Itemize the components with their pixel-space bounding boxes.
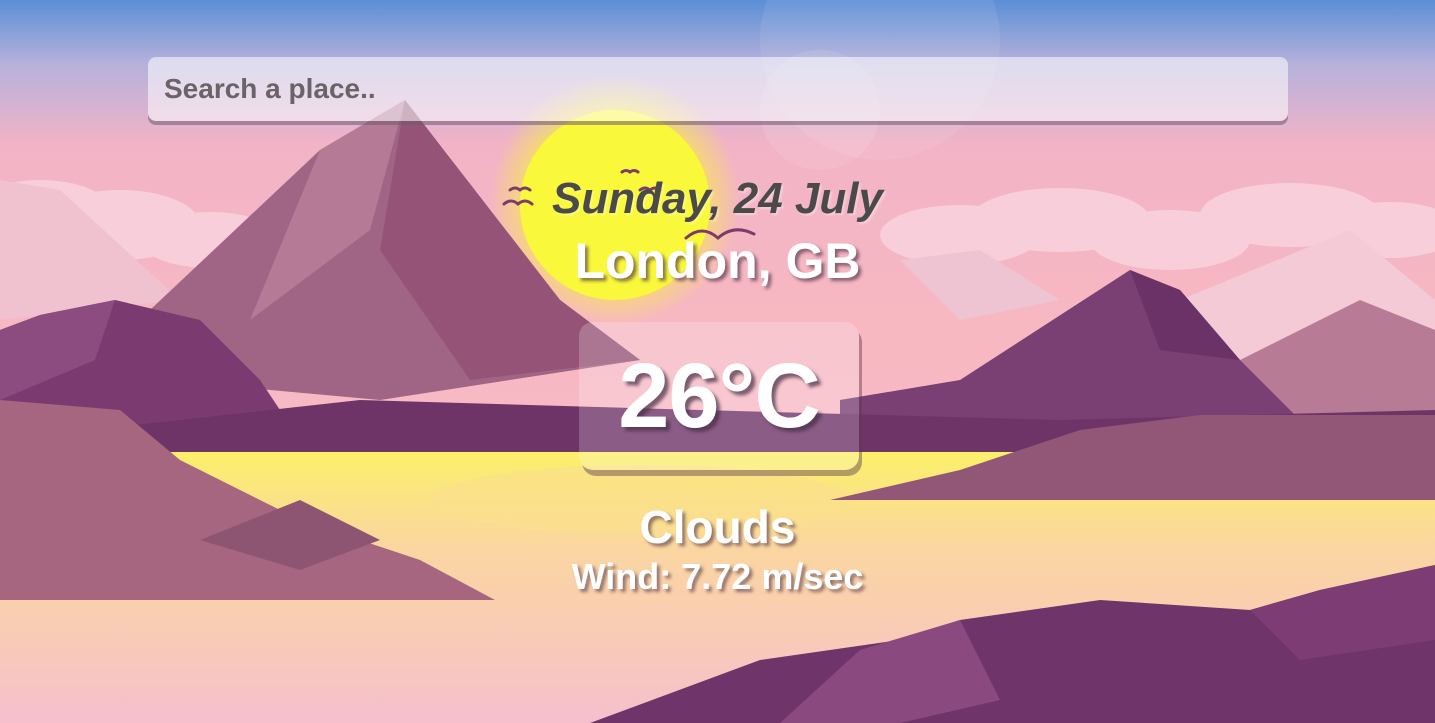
temperature-value: 26°C (618, 344, 821, 447)
weather-app: Sunday, 24 July London, GB 26°C Clouds W… (0, 0, 1435, 723)
search-input[interactable] (148, 57, 1288, 121)
location-label: London, GB (574, 233, 861, 289)
date-label: Sunday, 24 July (552, 174, 883, 223)
temperature-box: 26°C (579, 322, 859, 470)
search-bar (148, 57, 1288, 121)
weather-condition: Clouds (639, 501, 796, 553)
wind-speed: Wind: 7.72 m/sec (571, 556, 864, 597)
